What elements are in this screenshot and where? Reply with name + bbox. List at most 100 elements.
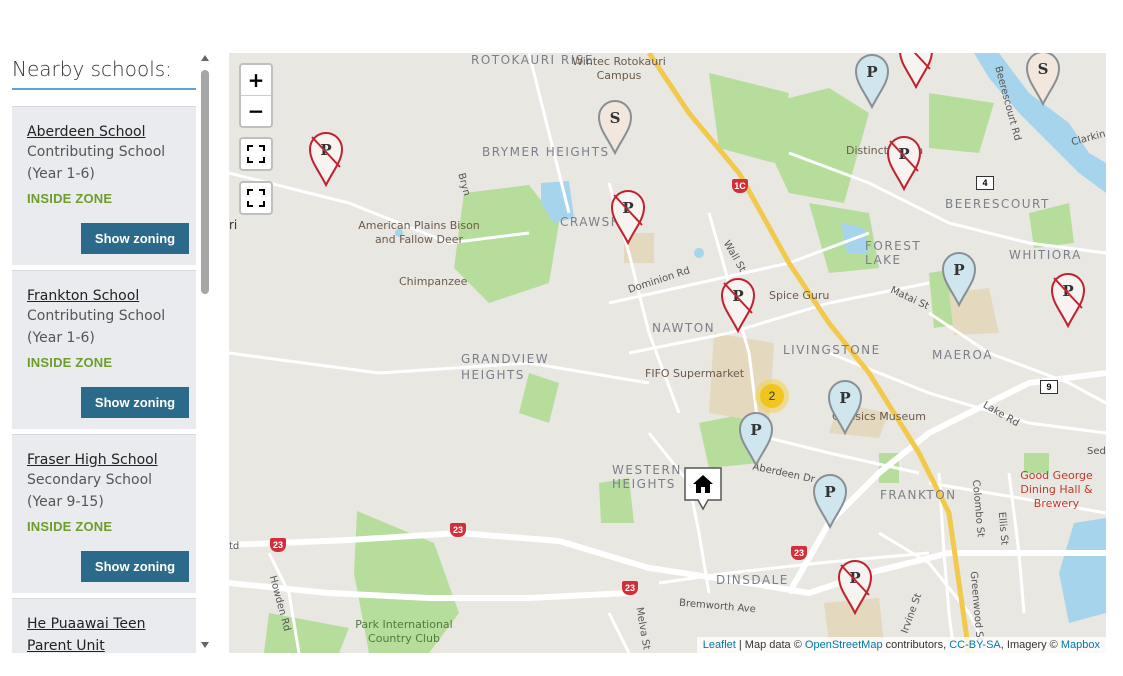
school-type: Contributing School (Year 1-6) — [27, 144, 166, 182]
svg-text:S: S — [1038, 60, 1049, 78]
area-label: BRYMER HEIGHTS — [482, 145, 610, 159]
zoom-out-button[interactable]: − — [241, 96, 271, 126]
route-shield: 1C — [732, 179, 748, 193]
license-link[interactable]: CC-BY-SA — [949, 639, 1001, 651]
school-marker-in-zone[interactable]: P — [854, 53, 890, 110]
map-pin-icon: P — [941, 252, 977, 308]
school-marker-out-of-zone[interactable]: P — [1050, 272, 1086, 329]
title-underline — [12, 88, 196, 90]
osm-link[interactable]: OpenStreetMap — [805, 639, 883, 651]
school-card-he-puaawai: He Puaawai Teen Parent Unit — [12, 598, 196, 653]
state-highway-shield: 4 — [976, 176, 994, 190]
school-name-link[interactable]: Frankton School — [27, 285, 187, 307]
map-pin-icon: P — [812, 474, 848, 530]
fullscreen-control-2[interactable] — [239, 181, 273, 215]
zone-status: INSIDE ZONE — [27, 191, 113, 206]
road-label: td — [229, 541, 240, 552]
route-shield: 23 — [270, 538, 286, 552]
map-pin-crossed-icon: P — [720, 278, 756, 334]
school-marker-in-zone[interactable]: P — [738, 411, 774, 468]
show-zoning-button[interactable]: Show zoning — [81, 387, 189, 418]
area-label: MAEROA — [932, 348, 993, 362]
poi-label: ri — [229, 218, 238, 232]
route-shield: 23 — [791, 546, 807, 560]
show-zoning-button[interactable]: Show zoning — [81, 551, 189, 582]
home-icon — [684, 467, 722, 511]
map-pin-icon: P — [738, 412, 774, 468]
poi-label: FIFO Supermarket — [645, 367, 745, 380]
map-pin-icon: P — [854, 54, 890, 110]
svg-text:P: P — [839, 389, 850, 407]
school-marker-in-zone[interactable]: P — [941, 251, 977, 308]
map-pin-crossed-icon: P — [837, 560, 873, 616]
secondary-school-marker[interactable]: S — [1025, 53, 1061, 107]
school-marker-in-zone[interactable]: P — [827, 379, 863, 436]
school-type: Contributing School (Year 1-6) — [27, 308, 166, 346]
school-name-link[interactable]: Fraser High School — [27, 449, 187, 471]
map-pin-icon: P — [827, 380, 863, 436]
area-label: NAWTON — [652, 321, 716, 335]
school-card-fraser: Fraser High School Secondary School (Yea… — [12, 434, 196, 593]
school-marker-in-zone[interactable]: P — [812, 473, 848, 530]
map-pin-crossed-icon: P — [610, 190, 646, 246]
scrollbar-thumb[interactable] — [201, 70, 209, 294]
school-marker-out-of-zone[interactable]: P — [308, 131, 344, 188]
attrib-text: contributors, — [885, 639, 947, 651]
home-marker[interactable] — [684, 467, 722, 523]
scroll-up-arrow-icon[interactable] — [201, 55, 209, 61]
svg-text:P: P — [750, 421, 761, 439]
school-card-frankton: Frankton School Contributing School (Yea… — [12, 270, 196, 429]
svg-text:P: P — [866, 63, 877, 81]
area-label: FOREST LAKE — [865, 239, 922, 267]
poi-label: Spice Guru — [769, 289, 830, 302]
school-marker-out-of-zone[interactable]: P — [837, 559, 873, 616]
map-pin-crossed-icon: P — [308, 132, 344, 188]
attrib-text: , Imagery © — [1000, 639, 1058, 651]
zoom-in-button[interactable]: + — [241, 65, 271, 96]
poi-label: American Plains Bison and Fallow Deer — [358, 219, 480, 246]
poi-label: Chimpanzee — [399, 275, 468, 288]
school-marker-out-of-zone[interactable]: P — [886, 135, 922, 192]
map-pin-crossed-icon — [899, 53, 933, 90]
mapbox-link[interactable]: Mapbox — [1061, 639, 1100, 651]
fullscreen-icon[interactable] — [241, 139, 271, 169]
school-card-aberdeen: Aberdeen School Contributing School (Yea… — [12, 106, 196, 265]
secondary-school-marker[interactable]: S — [597, 99, 633, 156]
svg-text:S: S — [610, 109, 621, 127]
marker-cluster[interactable]: 2 — [755, 379, 789, 413]
poi-label: Park International Country Club — [355, 618, 453, 645]
expand-icon[interactable] — [241, 183, 271, 213]
area-label: WESTERN HEIGHTS — [612, 463, 682, 491]
state-highway-shield: 9 — [1040, 380, 1058, 394]
area-label: FRANKTON — [880, 488, 957, 502]
map-pin-crossed-icon: P — [886, 136, 922, 192]
area-label: BEERESCOURT — [945, 197, 1050, 211]
area-label: LIVINGSTONE — [783, 343, 881, 357]
poi-label: Good George Dining Hall & Brewery — [1020, 469, 1093, 510]
schools-sidebar: Nearby schools: Aberdeen School Contribu… — [0, 53, 214, 653]
road-label: Sed — [1087, 446, 1106, 457]
svg-text:P: P — [953, 261, 964, 279]
scroll-down-arrow-icon[interactable] — [201, 642, 209, 648]
school-name-link[interactable]: Aberdeen School — [27, 121, 187, 143]
zone-status: INSIDE ZONE — [27, 519, 113, 534]
route-shield: 23 — [622, 581, 638, 595]
leaflet-link[interactable]: Leaflet — [703, 639, 736, 651]
school-marker-out-of-zone[interactable]: P — [720, 277, 756, 334]
school-marker-out-of-zone[interactable] — [898, 53, 934, 90]
map-attribution: Leaflet | Map data © OpenStreetMap contr… — [696, 637, 1106, 653]
poi-label: Wintec Rotokauri Campus — [572, 55, 666, 82]
zone-status: INSIDE ZONE — [27, 355, 113, 370]
school-marker-out-of-zone[interactable]: P — [610, 189, 646, 246]
svg-text:P: P — [824, 483, 835, 501]
area-label: GRANDVIEW HEIGHTS — [461, 352, 550, 382]
area-label: DINSDALE — [716, 573, 789, 587]
school-type: Secondary School (Year 9-15) — [27, 472, 153, 510]
zoom-control: + − — [239, 63, 273, 128]
cluster-count: 2 — [760, 384, 784, 408]
map-view[interactable]: ROTOKAURI RISE BRYMER HEIGHTS CRAWSH NAW… — [229, 53, 1106, 653]
sidebar-title: Nearby schools: — [12, 57, 172, 81]
school-name-link[interactable]: He Puaawai Teen Parent Unit — [27, 613, 187, 653]
fullscreen-control[interactable] — [239, 137, 273, 171]
show-zoning-button[interactable]: Show zoning — [81, 223, 189, 254]
